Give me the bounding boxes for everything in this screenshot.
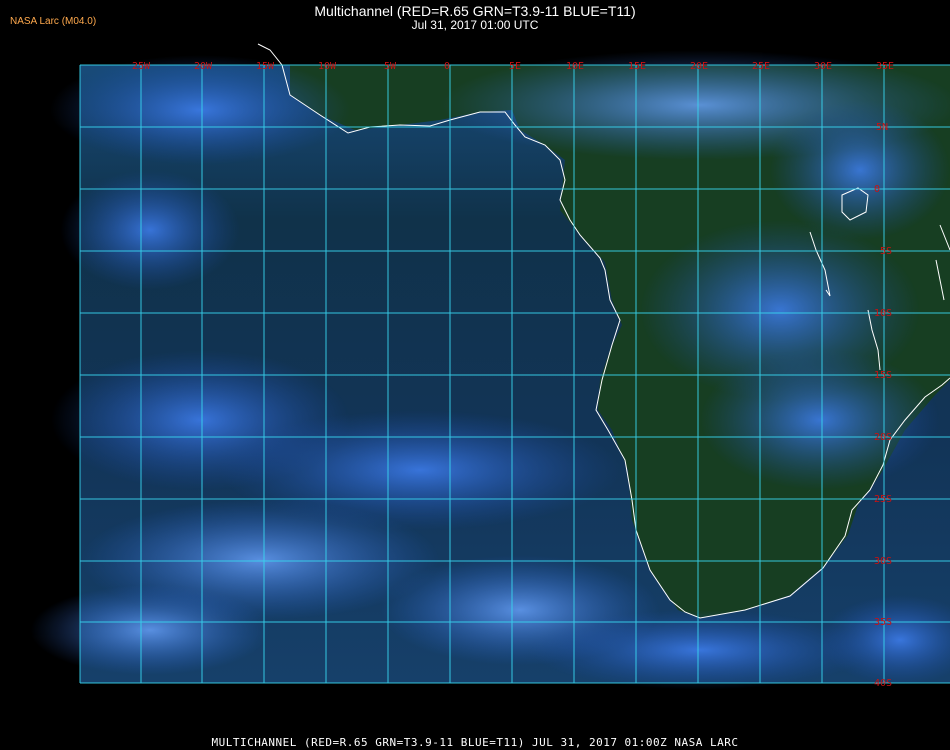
lon-label: 0 xyxy=(444,61,450,72)
lat-label: 10S xyxy=(874,308,892,319)
lon-label: 35E xyxy=(876,61,894,72)
lon-label: 25E xyxy=(752,61,770,72)
lat-label: 15S xyxy=(874,370,892,381)
lon-label: 15E xyxy=(628,61,646,72)
lon-label: 5E xyxy=(509,61,521,72)
lat-label: 35S xyxy=(874,617,892,628)
lat-label: 25S xyxy=(874,494,892,505)
lon-label: 20W xyxy=(194,61,213,72)
lat-label: 5S xyxy=(880,246,892,257)
lat-label: 0 xyxy=(874,184,880,195)
lon-label: 10W xyxy=(318,61,337,72)
lat-label: 5N xyxy=(876,122,888,133)
lon-label: 30E xyxy=(814,61,832,72)
lon-label: 25W xyxy=(132,61,151,72)
lat-label: 30S xyxy=(874,556,892,567)
lon-label: 5W xyxy=(384,61,397,72)
lat-label: 40S xyxy=(874,678,892,689)
lon-label: 10E xyxy=(566,61,584,72)
satellite-map: 25W 20W 15W 10W 5W 0 5E 10E 15E 20E 25E … xyxy=(30,40,950,728)
footer-caption: MULTICHANNEL (RED=R.65 GRN=T3.9-11 BLUE=… xyxy=(211,736,739,749)
lon-label: 20E xyxy=(690,61,708,72)
lon-label: 15W xyxy=(256,61,275,72)
lat-label: 20S xyxy=(874,432,892,443)
